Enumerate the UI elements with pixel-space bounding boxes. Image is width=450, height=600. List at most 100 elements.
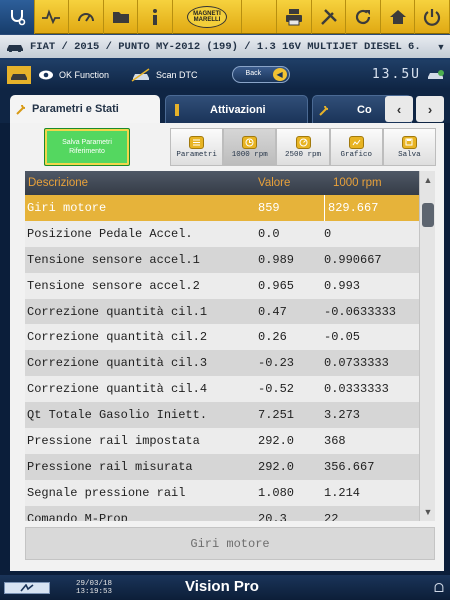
salva-button[interactable]: Salva (382, 128, 437, 166)
action-buttons: Parametri 1000 rpm 2500 rpm Grafico Salv… (170, 128, 437, 166)
grafico-button[interactable]: Grafico (329, 128, 383, 166)
vehicle-diagnostic-icon[interactable] (0, 60, 38, 89)
table-row[interactable]: Tensione sensore accel.1 0.989 0.990667 (25, 246, 419, 273)
stethoscope-icon[interactable] (0, 0, 35, 34)
button-label: Parametri (176, 150, 217, 159)
table-scrollbar[interactable]: ▲ ▼ (419, 171, 435, 521)
cell-description: Posizione Pedale Accel. (27, 226, 193, 241)
activation-icon (166, 103, 188, 117)
scan-dtc-button[interactable]: Scan DTC (131, 60, 198, 89)
table-row[interactable]: Tensione sensore accel.2 0.965 0.993 (25, 272, 419, 299)
cell-value: 20.3 (258, 511, 287, 521)
column-header-description[interactable]: Descrizione (25, 177, 258, 189)
rpm-2500-button[interactable]: 2500 rpm (276, 128, 330, 166)
battery-car-icon (425, 69, 447, 81)
scroll-down-icon[interactable]: ▼ (420, 505, 436, 519)
folder-icon[interactable] (104, 0, 139, 34)
cell-description: Pressione rail impostata (27, 433, 200, 448)
cell-rpm: 356.667 (324, 459, 375, 474)
cell-description: Giri motore (27, 200, 107, 215)
cell-rpm: -0.0633333 (324, 304, 397, 319)
vehicle-description: FIAT / 2015 / PUNTO MY-2012 (199) / 1.3 … (30, 40, 421, 53)
cell-rpm: 368 (324, 433, 346, 448)
power-icon[interactable] (415, 0, 450, 34)
table-row[interactable]: Pressione rail misurata 292.0 356.667 (25, 453, 419, 480)
cell-value: 0.26 (258, 330, 287, 345)
cell-description: Comando M-Prop (27, 511, 128, 521)
back-label: Back (245, 70, 262, 77)
table-row[interactable]: Pressione rail impostata 292.0 368 (25, 428, 419, 454)
save-reference-label: Salva Parametri Riferimento (62, 139, 112, 155)
parameters-panel: Salva Parametri Riferimento Parametri 10… (10, 123, 444, 571)
refresh-icon[interactable] (346, 0, 381, 34)
cell-description: Tensione sensore accel.2 (27, 278, 200, 293)
tab-parametri-e-stati[interactable]: Parametri e Stati (10, 95, 160, 123)
rpm-1000-button[interactable]: 1000 rpm (223, 128, 277, 166)
cell-value: 292.0 (258, 459, 295, 474)
gauge-icon (295, 135, 311, 149)
table-row[interactable]: Segnale pressione rail 1.080 1.214 (25, 479, 419, 506)
button-label: 1000 rpm (231, 150, 268, 159)
scroll-up-icon[interactable]: ▲ (420, 173, 436, 187)
eye-icon (39, 70, 53, 79)
connection-status-icon (4, 581, 50, 594)
cell-rpm: 1.214 (324, 485, 361, 500)
tabs-bar: Parametri e Stati Attivazioni Co ‹ › (0, 89, 450, 123)
tab-scroll-left-button[interactable]: ‹ (385, 96, 413, 122)
app-window: MAGNETI MARELLI FIAT / 2015 / PUNTO MY-2… (0, 0, 450, 600)
button-label: Salva (398, 150, 421, 159)
datetime: 29/03/18 13:19:53 (76, 580, 112, 596)
cell-rpm: 3.273 (324, 408, 361, 423)
cell-value: 859 (258, 200, 280, 215)
tab-label: Parametri e Stati (32, 103, 119, 115)
gauge-icon[interactable] (69, 0, 104, 34)
tab-attivazioni[interactable]: Attivazioni (165, 95, 308, 123)
table-row[interactable]: Posizione Pedale Accel. 0.0 0 (25, 220, 419, 247)
cell-value: 7.251 (258, 408, 295, 423)
cell-value: 0.0 (258, 226, 280, 241)
table-row[interactable]: Correzione quantità cil.3 -0.23 0.0733333 (25, 350, 419, 377)
car-icon (0, 42, 30, 52)
tools-icon[interactable] (312, 0, 347, 34)
ok-function-label: OK Function (59, 69, 110, 80)
cell-rpm: 0 (324, 226, 332, 241)
info-icon[interactable] (138, 0, 173, 34)
table-row[interactable]: Qt Totale Gasolio Iniett. 7.251 3.273 (25, 402, 419, 429)
column-header-value[interactable]: Valore (258, 177, 333, 189)
table-row[interactable]: Correzione quantità cil.4 -0.52 0.0333333 (25, 376, 419, 403)
list-icon (189, 135, 205, 149)
function-bar: OK Function Scan DTC Back ◀ 13.5U (0, 60, 450, 89)
brand-name: Vision Pro (185, 578, 259, 595)
scan-dtc-label: Scan DTC (156, 69, 198, 80)
table-row[interactable]: Comando M-Prop 20.3 22 (25, 505, 419, 521)
save-reference-button[interactable]: Salva Parametri Riferimento (44, 128, 130, 166)
scrollbar-thumb[interactable] (422, 203, 434, 227)
pulse-icon[interactable] (35, 0, 70, 34)
corner-logo-icon: ᗝ (434, 581, 444, 595)
chevron-down-icon[interactable]: ▼ (432, 42, 450, 52)
cell-rpm: 22 (324, 511, 339, 521)
table-row[interactable]: Correzione quantità cil.2 0.26 -0.05 (25, 324, 419, 351)
status-bar: 29/03/18 13:19:53 Vision Pro ᗝ (0, 575, 450, 600)
vehicle-selector[interactable]: FIAT / 2015 / PUNTO MY-2012 (199) / 1.3 … (0, 34, 450, 60)
cell-rpm: 829.667 (324, 195, 419, 221)
cell-description: Correzione quantità cil.2 (27, 330, 208, 345)
column-header-rpm[interactable]: 1000 rpm (333, 177, 419, 189)
cell-description: Correzione quantità cil.3 (27, 356, 208, 371)
tab-label: Attivazioni (210, 103, 266, 116)
parametri-button[interactable]: Parametri (170, 128, 224, 166)
table-body: Giri motore 859 829.667 Posizione Pedale Ac… (25, 195, 419, 521)
button-label: Grafico (340, 150, 372, 159)
ok-function-button[interactable]: OK Function (38, 60, 109, 89)
tab-label: Co (357, 103, 372, 116)
cell-value: 1.080 (258, 485, 295, 500)
table-row[interactable]: Giri motore 859 829.667 (25, 195, 419, 221)
table-row[interactable]: Correzione quantità cil.1 0.47 -0.0633333 (25, 298, 419, 325)
logo-text: MAGNETI MARELLI (187, 5, 228, 28)
table-header: Descrizione Valore 1000 rpm (25, 171, 419, 195)
home-icon[interactable] (381, 0, 416, 34)
printer-icon[interactable] (277, 0, 312, 34)
save-icon (401, 135, 417, 149)
tab-scroll-right-button[interactable]: › (416, 96, 444, 122)
back-button[interactable]: Back ◀ (231, 66, 290, 83)
